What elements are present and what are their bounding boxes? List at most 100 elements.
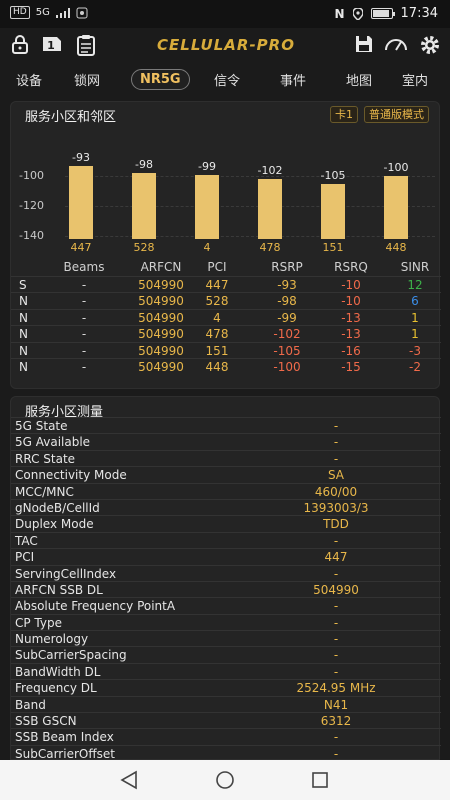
hd-indicator: HD: [10, 6, 30, 19]
measurement-key: Frequency DL: [15, 681, 97, 696]
measurement-key: MCC/MNC: [15, 484, 74, 499]
back-icon[interactable]: [114, 768, 144, 792]
tab-device[interactable]: 设备: [16, 70, 42, 89]
measurement-key: Connectivity Mode: [15, 468, 127, 483]
bar-value-label: -98: [135, 158, 153, 171]
bar-category-label: 478: [259, 241, 281, 254]
list-item: CP Type -: [11, 613, 441, 630]
measurement-key: TAC: [15, 533, 38, 548]
list-item: Frequency DL 2524.95 MHz: [11, 679, 441, 695]
list-item: Duplex Mode TDD: [11, 515, 441, 531]
measurement-key: BandWidth DL: [15, 664, 101, 679]
save-icon[interactable]: [352, 34, 376, 58]
measurement-value: -: [333, 615, 339, 630]
cell-sinr: -2: [409, 360, 421, 374]
measurement-value: 460/00: [314, 484, 358, 499]
bar-category-label: 151: [322, 241, 344, 254]
measurement-value: -: [333, 599, 339, 614]
app-header: 1 CELLULAR-PRO: [0, 28, 450, 64]
measurement-list: 5G State -5G Available - RRC State - Connecti…: [11, 417, 441, 761]
measurement-value: -: [333, 632, 339, 647]
list-item: Absolute Frequency PointA -: [11, 597, 441, 613]
y-tick-label: -120: [19, 199, 44, 212]
header-sinr: SINR: [400, 260, 430, 274]
cell-type: S: [19, 277, 27, 292]
clipboard-icon[interactable]: [74, 34, 98, 58]
y-tick-label: -140: [19, 229, 44, 242]
bar-category-label: 528: [133, 241, 155, 254]
measurement-key: PCI: [15, 550, 35, 565]
nfc-icon: N: [334, 6, 345, 21]
table-row: N -504990 528 -98 -10 6: [11, 292, 441, 309]
cell-type: N: [19, 327, 28, 341]
chart-bar: [384, 176, 408, 239]
mode-chip[interactable]: 普通版模式: [364, 106, 429, 123]
y-tick-label: -100: [19, 169, 44, 182]
neighbor-table: Beams ARFCN PCI RSRP RSRQ SINR S -504990 4…: [11, 259, 441, 375]
list-item: SSB Beam Index -: [11, 728, 441, 744]
measurement-value: 6312: [320, 714, 352, 729]
tab-signaling[interactable]: 信令: [214, 70, 240, 89]
list-item: gNodeB/CellId 1393003/3: [11, 498, 441, 515]
bar-value-label: -102: [257, 164, 283, 177]
chart-bar: [321, 183, 345, 239]
status-right: N 17:34: [334, 6, 438, 21]
sim-card-icon[interactable]: 1: [40, 34, 64, 58]
recents-icon[interactable]: [305, 768, 335, 792]
list-item: 5G Available -: [11, 433, 441, 449]
tab-map[interactable]: 地图: [346, 70, 372, 89]
measurement-key: ServingCellIndex: [15, 566, 117, 581]
measurement-value: -: [333, 419, 339, 433]
measurement-value: 504990: [313, 582, 359, 597]
cell-panel: 服务小区和邻区 卡1 普通版模式 -100 -120 -140 -93 447 -98 52…: [10, 101, 441, 389]
tab-nr5g[interactable]: NR5G: [131, 68, 190, 90]
measurement-value: -: [333, 533, 339, 548]
signal-icon: [55, 7, 70, 18]
list-item: 5G State -: [11, 417, 441, 433]
table-row: N -504990 448 -100 -15 -2: [11, 358, 441, 375]
cell-pci: 151: [205, 343, 229, 358]
speedometer-icon[interactable]: [384, 34, 408, 58]
measurement-key: 5G Available: [15, 435, 91, 450]
cell-beams: -: [81, 277, 87, 292]
measurement-key: Band: [15, 697, 46, 712]
measurement-key: SSB GSCN: [15, 714, 77, 729]
status-left: HD 5G: [10, 6, 88, 19]
location-icon: [352, 7, 363, 20]
cell-beams: -: [81, 327, 87, 341]
measurement-value: -: [333, 730, 339, 745]
cell-rsrq: -10: [341, 294, 361, 308]
tab-lock-network[interactable]: 锁网: [74, 70, 100, 89]
cell-rsrq: -13: [341, 327, 361, 341]
wechat-icon: [76, 7, 88, 18]
measurement-value: 1393003/3: [303, 500, 369, 515]
cell-pci: 478: [205, 327, 229, 341]
measurement-key: SubCarrierSpacing: [15, 648, 127, 663]
cell-panel-chips: 卡1 普通版模式: [330, 106, 429, 123]
list-item: SubCarrierOffset -: [11, 744, 441, 761]
cell-panel-title: 服务小区和邻区: [25, 110, 117, 125]
tab-bar: 设备 锁网 NR5G 信令 事件 地图 室内: [0, 64, 450, 94]
home-icon[interactable]: [210, 768, 240, 792]
tab-indoor[interactable]: 室内: [402, 70, 428, 89]
measurement-key: ARFCN SSB DL: [15, 582, 103, 597]
gear-icon[interactable]: [418, 34, 442, 58]
lock-icon[interactable]: [8, 34, 32, 58]
status-bar: HD 5G N 17:34: [0, 0, 450, 28]
table-header: Beams ARFCN PCI RSRP RSRQ SINR: [11, 259, 441, 276]
tab-events[interactable]: 事件: [280, 70, 306, 89]
clock: 17:34: [400, 6, 438, 21]
cell-beams: -: [81, 343, 87, 358]
header-beams: Beams: [63, 260, 105, 274]
cell-type: N: [19, 343, 28, 358]
cell-sinr: 6: [411, 294, 419, 308]
sim-chip[interactable]: 卡1: [330, 106, 358, 123]
cell-pci: 4: [213, 310, 221, 325]
chart-bar: [195, 174, 219, 239]
bar-category-label: 4: [203, 241, 211, 254]
bar-value-label: -100: [383, 161, 409, 174]
measurement-key: Duplex Mode: [15, 517, 94, 532]
cell-beams: -: [81, 360, 87, 374]
list-item: SubCarrierSpacing -: [11, 646, 441, 662]
app-logo: CELLULAR-PRO: [157, 36, 295, 54]
